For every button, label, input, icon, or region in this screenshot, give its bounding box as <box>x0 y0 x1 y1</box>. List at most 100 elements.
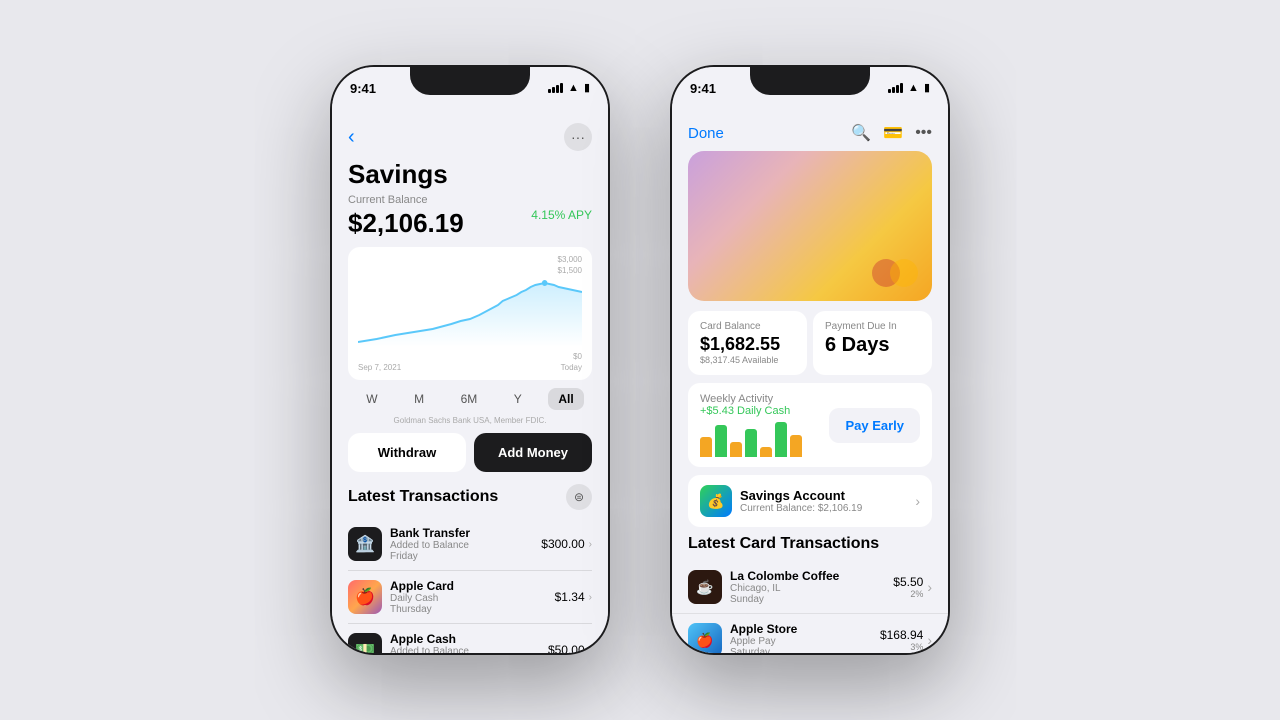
card-tx-right-1: $168.94 3% <box>880 628 923 652</box>
more-icon[interactable]: ••• <box>915 124 932 142</box>
more-button[interactable]: ··· <box>564 123 592 151</box>
card-tx-right-0: $5.50 2% <box>893 575 923 599</box>
tx-info-1: Apple Card Daily Cash Thursday <box>390 579 555 615</box>
transactions-header: Latest Transactions ⊜ <box>348 484 592 510</box>
transaction-item-2[interactable]: 💵 Apple Cash Added to Balance Wednesday … <box>348 624 592 653</box>
payment-due-label: Payment Due In <box>825 321 920 332</box>
time-1: 9:41 <box>350 81 376 96</box>
phone-savings: 9:41 ▲ ▮ ‹ ··· <box>330 65 610 655</box>
apy-label: 4.15% APY <box>531 208 592 222</box>
chart-mid-label: $1,500 <box>358 266 582 275</box>
card-balance-value: $1,682.55 <box>700 334 795 355</box>
card-nav: Done 🔍 💳 ••• <box>672 119 948 151</box>
filter-icon[interactable]: ⊜ <box>566 484 592 510</box>
chart-y-labels: $3,000 <box>358 255 582 264</box>
status-icons-2: ▲ ▮ <box>888 81 930 94</box>
card-tx-chevron-0: › <box>927 579 932 595</box>
bar-item <box>700 437 712 457</box>
back-button[interactable]: ‹ <box>348 126 355 149</box>
battery-icon-2: ▮ <box>924 81 930 94</box>
bar-item <box>760 447 772 457</box>
action-buttons: Withdraw Add Money <box>348 433 592 472</box>
card-tx-sub-0: Chicago, IL Sunday <box>730 583 893 605</box>
goldman-disclaimer: Goldman Sachs Bank USA, Member FDIC. <box>348 416 592 425</box>
tx-right-0: $300.00 › <box>541 537 592 551</box>
card-tx-info-0: La Colombe Coffee Chicago, IL Sunday <box>730 569 893 605</box>
pay-early-button[interactable]: Pay Early <box>829 408 920 443</box>
card-tx-item-0[interactable]: ☕ La Colombe Coffee Chicago, IL Sunday $… <box>672 561 948 614</box>
time-btn-all[interactable]: All <box>548 388 583 410</box>
savings-chart: $3,000 $1,500 <box>348 247 592 380</box>
apple-card-image <box>688 151 932 301</box>
time-btn-6m[interactable]: 6M <box>451 388 488 410</box>
apple-cash-icon-2: 💵 <box>348 633 382 653</box>
payment-due-box: Payment Due In 6 Days <box>813 311 932 375</box>
chart-date-end: Today <box>561 363 582 372</box>
tx-sub-0: Added to Balance Friday <box>390 540 541 562</box>
weekly-activity-box: Weekly Activity +$5.43 Daily Cash Pay Ea… <box>688 383 932 467</box>
savings-account-row[interactable]: 💰 Savings Account Current Balance: $2,10… <box>688 475 932 527</box>
time-btn-y[interactable]: Y <box>504 388 532 410</box>
tx-name-0: Bank Transfer <box>390 526 541 540</box>
savings-row-info: Savings Account Current Balance: $2,106.… <box>740 488 907 514</box>
chart-svg <box>358 277 582 347</box>
la-colombe-icon: ☕ <box>688 570 722 604</box>
time-btn-m[interactable]: M <box>404 388 434 410</box>
savings-body: Savings Current Balance $2,106.19 4.15% … <box>332 159 608 653</box>
tx-amount-0: $300.00 <box>541 537 584 551</box>
card-tx-sub-1: Apple Pay Saturday <box>730 636 880 653</box>
status-bar-2: 9:41 ▲ ▮ <box>672 67 948 119</box>
tx-right-1: $1.34 › <box>555 590 592 604</box>
bar-item <box>745 429 757 457</box>
card-tx-cashback-1: 3% <box>880 642 923 652</box>
bar-item <box>730 442 742 457</box>
chart-date-start: Sep 7, 2021 <box>358 363 401 372</box>
card-stats-row: Card Balance $1,682.55 $8,317.45 Availab… <box>688 311 932 375</box>
payment-due-value: 6 Days <box>825 334 920 357</box>
done-button[interactable]: Done <box>688 125 724 142</box>
card-tx-amount-1: $168.94 <box>880 628 923 642</box>
tx-sub-2: Added to Balance Wednesday <box>390 646 548 653</box>
savings-account-balance: Current Balance: $2,106.19 <box>740 503 907 514</box>
time-2: 9:41 <box>690 81 716 96</box>
bar-chart <box>700 417 819 457</box>
status-bar-1: 9:41 ▲ ▮ <box>332 67 608 119</box>
tx-info-2: Apple Cash Added to Balance Wednesday <box>390 632 548 653</box>
card-tx-item-1[interactable]: 🍎 Apple Store Apple Pay Saturday $168.94… <box>672 614 948 653</box>
transaction-item-1[interactable]: 🍎 Apple Card Daily Cash Thursday $1.34 › <box>348 571 592 624</box>
bar-item <box>775 422 787 457</box>
mc-yellow-circle <box>890 259 918 287</box>
weekly-left: Weekly Activity +$5.43 Daily Cash <box>700 393 819 457</box>
signal-icon-2 <box>888 83 903 93</box>
wifi-icon-2: ▲ <box>908 82 919 94</box>
status-icons-1: ▲ ▮ <box>548 81 590 94</box>
search-icon[interactable]: 🔍 <box>851 123 871 143</box>
weekly-cash: +$5.43 Daily Cash <box>700 405 819 417</box>
card-transactions-title: Latest Card Transactions <box>688 535 932 553</box>
balance-amount: $2,106.19 <box>348 208 464 239</box>
withdraw-button[interactable]: Withdraw <box>348 433 466 472</box>
tx-sub-1: Daily Cash Thursday <box>390 593 555 615</box>
transactions-title: Latest Transactions <box>348 488 498 506</box>
apple-store-icon: 🍎 <box>688 623 722 653</box>
chart-zero-label: $0 <box>358 352 582 361</box>
signal-icon <box>548 83 563 93</box>
tx-amount-1: $1.34 <box>555 590 585 604</box>
transaction-item-0[interactable]: 🏦 Bank Transfer Added to Balance Friday … <box>348 518 592 571</box>
weekly-activity-label: Weekly Activity <box>700 393 819 405</box>
mastercard-logo <box>872 259 918 287</box>
page-title: Savings <box>348 159 592 190</box>
card-balance-box: Card Balance $1,682.55 $8,317.45 Availab… <box>688 311 807 375</box>
add-money-button[interactable]: Add Money <box>474 433 592 472</box>
card-tx-name-0: La Colombe Coffee <box>730 569 893 583</box>
time-btn-w[interactable]: W <box>356 388 387 410</box>
savings-nav: ‹ ··· <box>332 119 608 159</box>
apple-card-icon-1: 🍎 <box>348 580 382 614</box>
notch-1 <box>410 67 530 95</box>
tx-name-2: Apple Cash <box>390 632 548 646</box>
notch-2 <box>750 67 870 95</box>
wifi-icon: ▲ <box>568 82 579 94</box>
wallet-icon[interactable]: 💳 <box>883 123 903 143</box>
savings-chevron-icon: › <box>915 493 920 509</box>
chevron-icon-1: › <box>589 592 592 603</box>
